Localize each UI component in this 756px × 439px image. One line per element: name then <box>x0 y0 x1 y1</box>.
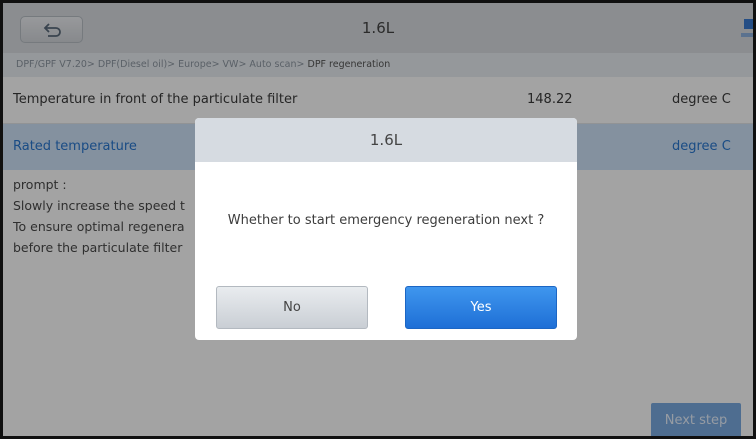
no-button[interactable]: No <box>216 286 368 329</box>
confirm-dialog: 1.6L Whether to start emergency regenera… <box>195 118 577 340</box>
yes-button[interactable]: Yes <box>405 286 557 329</box>
dialog-title: 1.6L <box>195 118 577 162</box>
dialog-message: Whether to start emergency regeneration … <box>227 213 545 228</box>
